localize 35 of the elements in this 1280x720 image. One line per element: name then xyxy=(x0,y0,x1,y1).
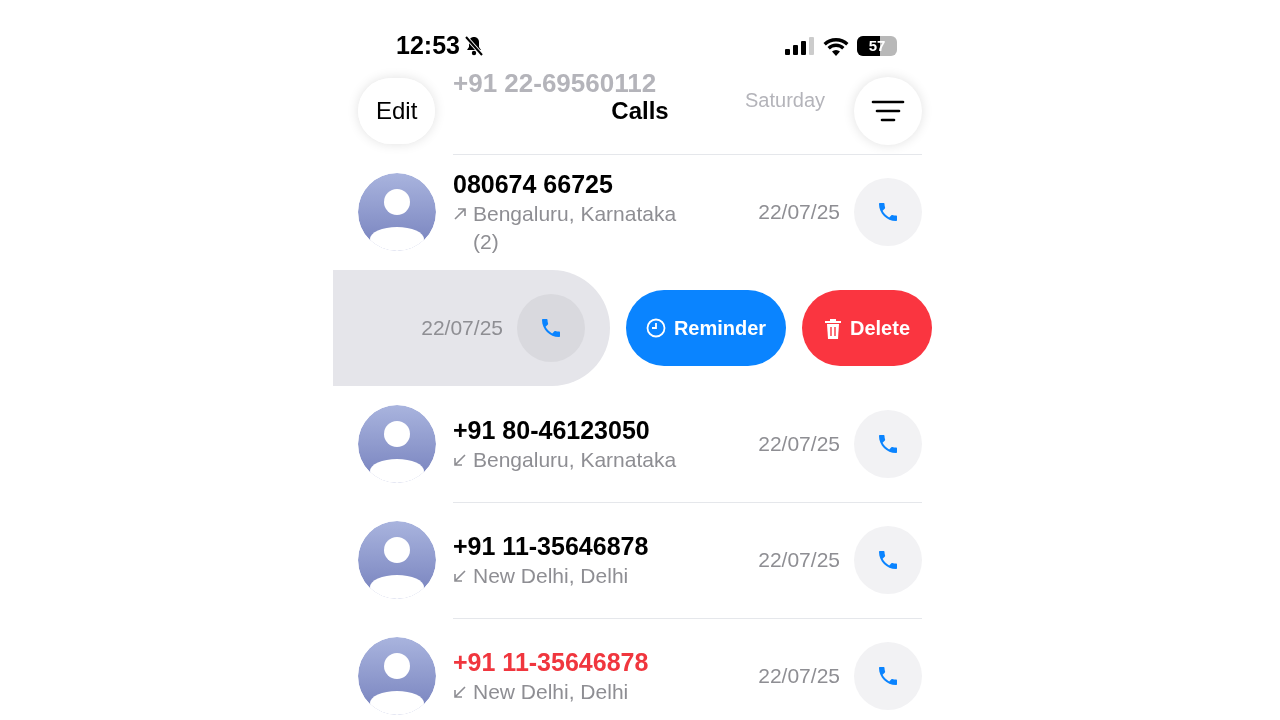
background-date: Saturday xyxy=(745,88,826,113)
call-date: 22/07/25 xyxy=(758,199,840,226)
trash-icon xyxy=(824,317,842,339)
phone-number: +91 11-35646878 xyxy=(453,646,650,678)
wifi-icon xyxy=(823,36,849,56)
call-location: Bengaluru, Karnataka xyxy=(473,446,677,473)
phone-icon xyxy=(876,432,900,456)
avatar-icon xyxy=(358,521,436,599)
edit-button[interactable]: Edit xyxy=(358,78,436,144)
call-date: 22/07/25 xyxy=(758,547,840,574)
phone-icon xyxy=(539,316,563,340)
call-location: Bengaluru, Karnataka (2) xyxy=(473,200,678,255)
phone-icon xyxy=(876,548,900,572)
avatar-icon xyxy=(358,637,436,715)
filter-icon xyxy=(871,100,905,122)
reminder-button[interactable]: Reminder xyxy=(626,290,786,366)
phone-icon xyxy=(876,200,900,224)
phone-number: +91 11-35646878 xyxy=(453,530,650,562)
delete-button[interactable]: Delete xyxy=(802,290,932,366)
clock-icon xyxy=(645,318,666,338)
call-location: New Delhi, Delhi xyxy=(473,678,629,705)
call-date: 22/07/25 xyxy=(421,315,503,342)
phone-icon xyxy=(876,664,900,688)
signal-icon xyxy=(785,37,815,55)
avatar-icon xyxy=(358,173,436,251)
nav-title: Calls xyxy=(611,97,669,124)
call-date: 22/07/25 xyxy=(758,663,840,690)
call-location: New Delhi, Delhi xyxy=(473,562,629,589)
avatar-icon xyxy=(358,405,436,483)
call-date: 22/07/25 xyxy=(758,431,840,458)
phone-number: 080674 66725 xyxy=(453,168,614,200)
filter-button[interactable] xyxy=(854,77,922,145)
status-time: 12:53 xyxy=(396,30,460,62)
background-number: +91 22-69560112 xyxy=(453,67,657,100)
phone-number: +91 80-46123050 xyxy=(453,414,651,446)
